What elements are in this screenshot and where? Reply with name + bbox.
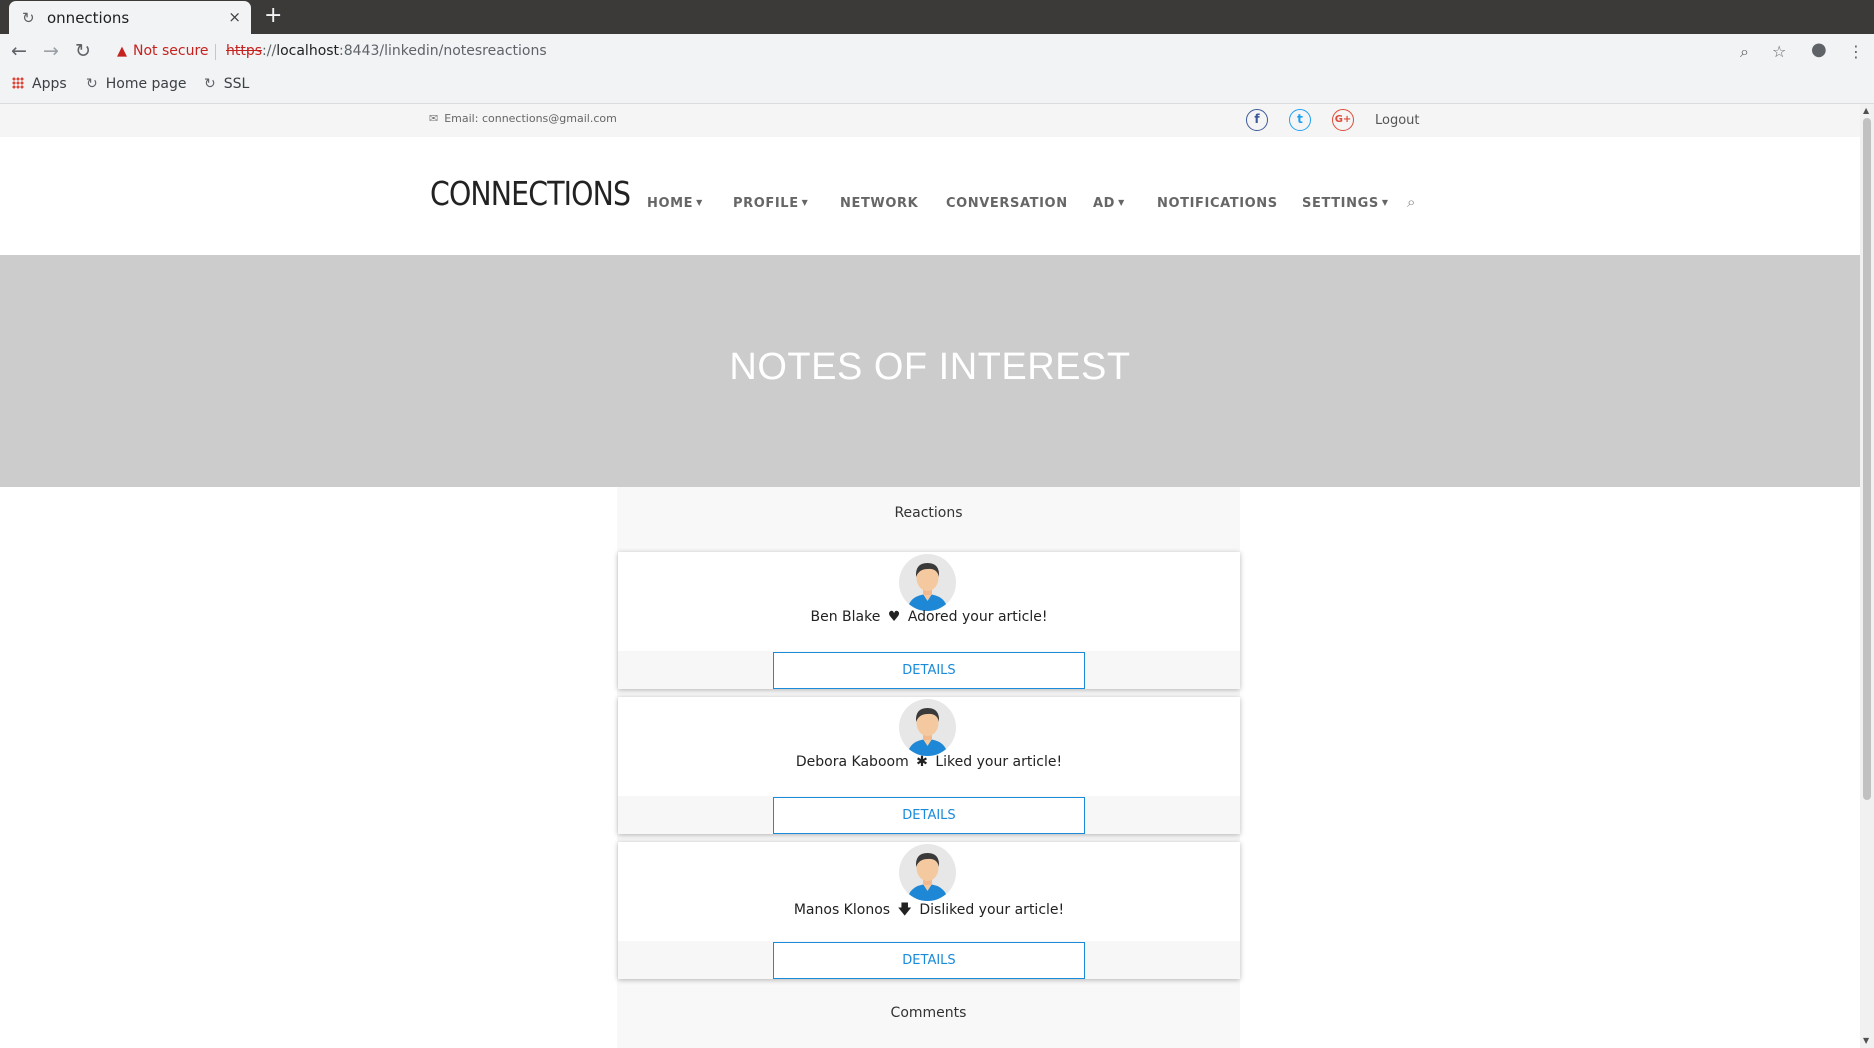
warning-icon: ▲ — [117, 44, 127, 59]
loading-icon: ↻ — [22, 9, 35, 27]
tab-title: onnections — [47, 9, 130, 27]
caret-down-icon: ▼ — [1381, 198, 1389, 207]
contact-email: ✉ Email: connections@gmail.com — [429, 112, 617, 125]
details-button[interactable]: DETAILS — [773, 652, 1085, 689]
avatar — [899, 844, 956, 901]
url-path: :8443/linkedin/notesreactions — [339, 43, 547, 59]
contact-bar: ✉ Email: connections@gmail.com f t G+ Log… — [0, 104, 1860, 137]
asterisk-icon: ✱ — [916, 754, 928, 770]
nav-label: AD — [1093, 196, 1116, 211]
page-icon: ↻ — [86, 76, 98, 92]
site-logo[interactable]: CONNECTIONS — [430, 174, 631, 213]
browser-tab-strip: ↻ onnections × + — [0, 0, 1874, 34]
browser-toolbar: ← → ↻ ▲ Not secure https://localhost:8443… — [0, 34, 1874, 104]
reactor-name: Ben Blake — [810, 609, 881, 625]
details-button[interactable]: DETAILS — [773, 942, 1085, 979]
nav-conversation[interactable]: CONVERSATION — [946, 196, 1068, 211]
url-host: localhost — [276, 43, 340, 59]
twitter-icon[interactable]: t — [1289, 109, 1311, 131]
bookmark-home-page[interactable]: ↻ Home page — [86, 76, 187, 92]
reactor-name: Debora Kaboom — [795, 754, 909, 770]
reaction-message: Disliked your article! — [919, 902, 1065, 918]
facebook-icon[interactable]: f — [1246, 109, 1268, 131]
nav-profile[interactable]: PROFILE ▼ — [733, 196, 808, 211]
nav-home[interactable]: HOME ▼ — [647, 196, 703, 211]
page-header-banner: NOTES OF INTEREST — [0, 255, 1860, 487]
back-icon[interactable]: ← — [11, 41, 27, 61]
security-indicator[interactable]: ▲ Not secure — [117, 43, 209, 59]
caret-down-icon: ▼ — [801, 198, 809, 207]
reaction-message: Liked your article! — [935, 754, 1063, 770]
nav-notifications[interactable]: NOTIFICATIONS — [1157, 196, 1278, 211]
reaction-text: Ben Blake ♥ Adored your article! — [618, 609, 1240, 625]
nav-settings[interactable]: SETTINGS ▼ — [1302, 196, 1389, 211]
bookmark-ssl[interactable]: ↻ SSL — [204, 76, 249, 92]
address-bar[interactable]: https://localhost:8443/linkedin/notesrea… — [226, 43, 547, 59]
details-button[interactable]: DETAILS — [773, 797, 1085, 834]
apps-grid-icon — [12, 77, 24, 89]
user-avatar-icon — [907, 708, 948, 756]
email-text: Email: connections@gmail.com — [444, 112, 617, 125]
security-label: Not secure — [133, 43, 209, 59]
url-separator-text: :// — [262, 43, 277, 59]
bookmark-label: SSL — [223, 76, 250, 92]
nav-label: CONVERSATION — [946, 196, 1068, 211]
profile-icon[interactable]: ● — [1811, 39, 1827, 60]
caret-down-icon: ▼ — [696, 198, 703, 207]
reactor-name: Manos Klonos — [793, 902, 891, 918]
nav-label: HOME — [647, 196, 694, 211]
close-tab-icon[interactable]: × — [228, 8, 241, 26]
scroll-up-icon[interactable]: ▲ — [1863, 106, 1869, 115]
reaction-text: Debora Kaboom ✱ Liked your article! — [618, 754, 1240, 770]
logout-link[interactable]: Logout — [1375, 113, 1420, 128]
reaction-card: Debora Kaboom ✱ Liked your article! DETA… — [618, 697, 1240, 834]
avatar — [899, 554, 956, 611]
notes-panel: Reactions Ben Blake ♥ Adored your articl… — [617, 487, 1240, 1048]
nav-label: SETTINGS — [1302, 196, 1379, 211]
heart-icon: ♥ — [887, 609, 901, 625]
url-scheme: https — [226, 43, 263, 59]
arrow-down-icon: 🡇 — [897, 902, 912, 918]
new-tab-button[interactable]: + — [264, 3, 282, 29]
nav-label: NETWORK — [840, 196, 919, 211]
nav-label: NOTIFICATIONS — [1157, 196, 1278, 211]
forward-icon[interactable]: → — [43, 41, 59, 61]
bookmark-label: Apps — [32, 76, 67, 92]
page-title: NOTES OF INTEREST — [729, 346, 1131, 388]
bookmark-label: Home page — [105, 76, 187, 92]
reaction-message: Adored your article! — [907, 609, 1048, 625]
comments-heading: Comments — [890, 1005, 967, 1021]
user-avatar-icon — [907, 853, 948, 901]
reaction-card: Manos Klonos 🡇 Disliked your article! DE… — [618, 842, 1240, 979]
browser-tab[interactable]: ↻ onnections × — [9, 1, 251, 34]
reaction-card: Ben Blake ♥ Adored your article! DETAILS — [618, 552, 1240, 689]
google-plus-icon[interactable]: G+ — [1332, 109, 1354, 131]
caret-down-icon: ▼ — [1118, 198, 1125, 207]
search-icon[interactable]: ⌕ — [1407, 193, 1415, 211]
bookmarks-bar: Apps ↻ Home page ↻ SSL — [0, 72, 1874, 100]
nav-network[interactable]: NETWORK — [840, 196, 918, 211]
menu-icon[interactable]: ⋮ — [1848, 42, 1864, 61]
nav-label: PROFILE — [733, 196, 799, 211]
bookmark-star-icon[interactable]: ☆ — [1772, 42, 1786, 61]
page-icon: ↻ — [204, 76, 216, 92]
reactions-heading: Reactions — [894, 505, 963, 521]
bookmark-apps[interactable]: Apps — [12, 76, 67, 92]
page-viewport: ✉ Email: connections@gmail.com f t G+ Log… — [0, 104, 1860, 1048]
zoom-icon[interactable]: ⌕ — [1740, 42, 1749, 62]
user-avatar-icon — [907, 563, 948, 611]
page-scrollbar[interactable]: ▲ ▼ — [1860, 104, 1874, 1048]
main-navigation: CONNECTIONS HOME ▼ PROFILE ▼ NETWORK CONVE… — [0, 137, 1860, 255]
reaction-text: Manos Klonos 🡇 Disliked your article! — [618, 899, 1240, 923]
url-separator — [215, 44, 216, 60]
scroll-thumb[interactable] — [1863, 118, 1871, 800]
reload-icon[interactable]: ↻ — [75, 41, 91, 61]
envelope-icon: ✉ — [429, 112, 439, 125]
nav-ad[interactable]: AD ▼ — [1093, 196, 1125, 211]
scroll-down-icon[interactable]: ▼ — [1863, 1036, 1869, 1045]
avatar — [899, 699, 956, 756]
